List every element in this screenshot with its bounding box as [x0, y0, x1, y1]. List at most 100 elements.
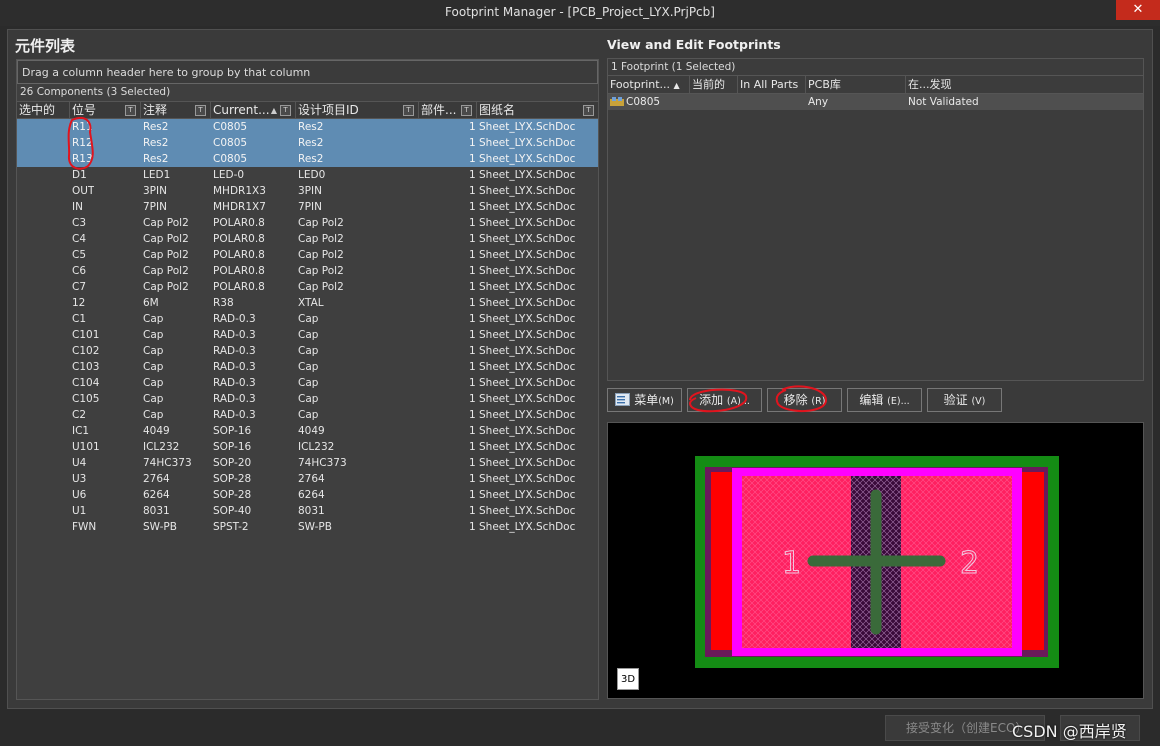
cell-design-item-id: 74HC373 — [298, 457, 347, 469]
table-row[interactable]: U6 6264 SOP-28 6264 1 Sheet_LYX.SchDoc — [17, 487, 598, 503]
cell-design-item-id: Res2 — [298, 153, 324, 165]
column-label: Current... — [213, 103, 270, 117]
cell-comment: ICL232 — [143, 441, 180, 453]
table-row[interactable]: C4 Cap Pol2 POLAR0.8 Cap Pol2 1 Sheet_LYX.Sch… — [17, 231, 598, 247]
cell-current-footprint: RAD-0.3 — [213, 393, 256, 405]
cell-sheet-name: Sheet_LYX.SchDoc — [479, 393, 576, 405]
filter-icon[interactable]: T — [461, 105, 472, 116]
column-header-designator[interactable]: 位号 T — [70, 102, 141, 119]
cell-current-footprint: SPST-2 — [213, 521, 249, 533]
table-row[interactable]: U3 2764 SOP-28 2764 1 Sheet_LYX.SchDoc — [17, 471, 598, 487]
cell-current-footprint: RAD-0.3 — [213, 345, 256, 357]
table-row[interactable]: R11 Res2 C0805 Res2 1 Sheet_LYX.SchDoc — [17, 119, 598, 135]
table-row[interactable]: C1 Cap RAD-0.3 Cap 1 Sheet_LYX.SchDoc — [17, 311, 598, 327]
column-header-pcb-library[interactable]: PCB库 — [806, 76, 906, 93]
table-row[interactable]: C5 Cap Pol2 POLAR0.8 Cap Pol2 1 Sheet_LYX.Sch… — [17, 247, 598, 263]
cell-current-footprint: POLAR0.8 — [213, 249, 265, 261]
table-row[interactable]: C3 Cap Pol2 POLAR0.8 Cap Pol2 1 Sheet_LYX.Sch… — [17, 215, 598, 231]
cell-sheet-name: Sheet_LYX.SchDoc — [479, 377, 576, 389]
close-window-button[interactable]: ✕ — [1116, 0, 1160, 20]
column-header-parts[interactable]: 部件... T — [419, 102, 477, 119]
table-row[interactable]: 12 6M R38 XTAL 1 Sheet_LYX.SchDoc — [17, 295, 598, 311]
column-header-design-item-id[interactable]: 设计项目ID T — [296, 102, 419, 119]
menu-button[interactable]: 菜单(M) — [607, 388, 682, 412]
table-row[interactable]: FWN SW-PB SPST-2 SW-PB 1 Sheet_LYX.SchDoc — [17, 519, 598, 535]
table-row[interactable]: U101 ICL232 SOP-16 ICL232 1 Sheet_LYX.SchDoc — [17, 439, 598, 455]
cell-design-item-id: 7PIN — [298, 201, 322, 213]
cell-design-item-id: ICL232 — [298, 441, 335, 453]
column-label: 当前的 — [692, 78, 725, 91]
cell-current-footprint: SOP-16 — [213, 441, 252, 453]
column-header-current[interactable]: 当前的 — [690, 76, 738, 93]
table-row[interactable]: C103 Cap RAD-0.3 Cap 1 Sheet_LYX.SchDoc — [17, 359, 598, 375]
cell-current-footprint: SOP-28 — [213, 473, 252, 485]
remove-footprint-button[interactable]: 移除 (R) — [767, 388, 842, 412]
table-row[interactable]: C102 Cap RAD-0.3 Cap 1 Sheet_LYX.SchDoc — [17, 343, 598, 359]
filter-icon[interactable]: T — [125, 105, 136, 116]
cell-sheet-name: Sheet_LYX.SchDoc — [479, 473, 576, 485]
cell-parts: 1 — [469, 201, 476, 213]
cell-parts: 1 — [469, 297, 476, 309]
filter-icon[interactable]: T — [403, 105, 414, 116]
cell-current-footprint: RAD-0.3 — [213, 329, 256, 341]
cell-current-footprint: POLAR0.8 — [213, 265, 265, 277]
add-footprint-button[interactable]: 添加 (A)... — [687, 388, 762, 412]
table-row[interactable]: IN 7PIN MHDR1X7 7PIN 1 Sheet_LYX.SchDoc — [17, 199, 598, 215]
filter-icon[interactable]: T — [195, 105, 206, 116]
cell-parts: 1 — [469, 409, 476, 421]
table-row[interactable]: C7 Cap Pol2 POLAR0.8 Cap Pol2 1 Sheet_LYX.Sch… — [17, 279, 598, 295]
column-header-comment[interactable]: 注释 T — [141, 102, 211, 119]
table-row[interactable]: D1 LED1 LED-0 LED0 1 Sheet_LYX.SchDoc — [17, 167, 598, 183]
filter-icon[interactable]: T — [583, 105, 594, 116]
bottom-bar: 接受变化（创建ECO） CSDN @西岸贤 — [0, 710, 1160, 746]
cell-parts: 1 — [469, 345, 476, 357]
table-row[interactable]: C104 Cap RAD-0.3 Cap 1 Sheet_LYX.SchDoc — [17, 375, 598, 391]
column-header-current-footprint[interactable]: Current... ▲ T — [211, 102, 296, 119]
table-row[interactable]: R12 Res2 C0805 Res2 1 Sheet_LYX.SchDoc — [17, 135, 598, 151]
table-row[interactable]: IC1 4049 SOP-16 4049 1 Sheet_LYX.SchDoc — [17, 423, 598, 439]
cell-sheet-name: Sheet_LYX.SchDoc — [479, 361, 576, 373]
cell-parts: 1 — [469, 185, 476, 197]
cell-designator: IC1 — [72, 425, 90, 437]
cell-design-item-id: 2764 — [298, 473, 325, 485]
cell-sheet-name: Sheet_LYX.SchDoc — [479, 281, 576, 293]
cell-designator: C101 — [72, 329, 100, 341]
toggle-3d-button[interactable]: 3D — [617, 668, 639, 690]
footprint-table-header: Footprint... ▲ 当前的 In All Parts PCB库 在..… — [608, 76, 1143, 94]
column-label: 位号 — [72, 103, 97, 117]
column-header-found-in[interactable]: 在...发现 — [906, 76, 1143, 93]
column-header-footprint[interactable]: Footprint... ▲ — [608, 76, 690, 93]
table-row[interactable]: U4 74HC373 SOP-20 74HC373 1 Sheet_LYX.SchDoc — [17, 455, 598, 471]
table-row[interactable]: OUT 3PIN MHDR1X3 3PIN 1 Sheet_LYX.SchDoc — [17, 183, 598, 199]
footprint-row[interactable]: C0805 Any Not Validated — [608, 94, 1143, 110]
column-label: 图纸名 — [479, 103, 516, 117]
cell-current-footprint: MHDR1X3 — [213, 185, 266, 197]
cell-comment: Cap — [143, 377, 164, 389]
footprint-preview[interactable]: 1 2 3D — [607, 422, 1144, 699]
table-row[interactable]: C6 Cap Pol2 POLAR0.8 Cap Pol2 1 Sheet_LYX.Sch… — [17, 263, 598, 279]
cell-sheet-name: Sheet_LYX.SchDoc — [479, 249, 576, 261]
cell-design-item-id: Cap — [298, 313, 319, 325]
edit-footprint-button[interactable]: 编辑 (E)... — [847, 388, 922, 412]
column-header-in-all-parts[interactable]: In All Parts — [738, 76, 806, 93]
cell-designator: C102 — [72, 345, 100, 357]
cell-parts: 1 — [469, 393, 476, 405]
cell-comment: 74HC373 — [143, 457, 192, 469]
table-row[interactable]: C2 Cap RAD-0.3 Cap 1 Sheet_LYX.SchDoc — [17, 407, 598, 423]
cell-parts: 1 — [469, 281, 476, 293]
cell-comment: SW-PB — [143, 521, 177, 533]
column-header-selected[interactable]: 选中的 — [17, 102, 70, 119]
cell-design-item-id: Cap — [298, 377, 319, 389]
validate-button[interactable]: 验证 (V) — [927, 388, 1002, 412]
cell-parts: 1 — [469, 441, 476, 453]
cell-comment: 3PIN — [143, 185, 167, 197]
table-row[interactable]: C101 Cap RAD-0.3 Cap 1 Sheet_LYX.SchDoc — [17, 327, 598, 343]
table-row[interactable]: C105 Cap RAD-0.3 Cap 1 Sheet_LYX.SchDoc — [17, 391, 598, 407]
group-by-area[interactable]: Drag a column header here to group by th… — [17, 60, 598, 84]
table-row[interactable]: R13 Res2 C0805 Res2 1 Sheet_LYX.SchDoc — [17, 151, 598, 167]
cell-designator: C105 — [72, 393, 100, 405]
filter-icon[interactable]: T — [280, 105, 291, 116]
table-row[interactable]: U1 8031 SOP-40 8031 1 Sheet_LYX.SchDoc — [17, 503, 598, 519]
cell-designator: C4 — [72, 233, 87, 245]
column-header-sheet-name[interactable]: 图纸名 T — [477, 102, 598, 119]
